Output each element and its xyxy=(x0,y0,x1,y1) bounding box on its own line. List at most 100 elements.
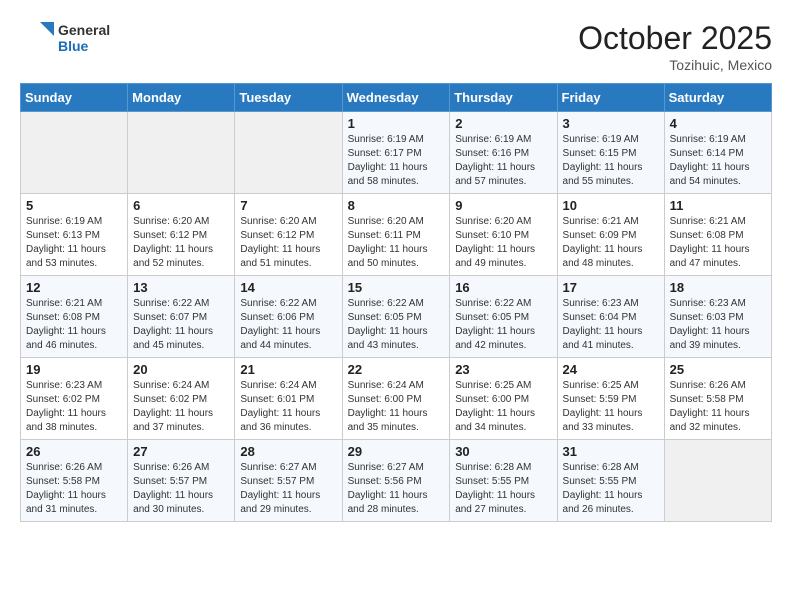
cell-content: Sunrise: 6:19 AM Sunset: 6:15 PM Dayligh… xyxy=(563,133,659,189)
day-number: 5 xyxy=(26,198,122,213)
calendar-cell xyxy=(128,112,235,194)
day-number: 25 xyxy=(670,362,766,377)
calendar-day-header: Monday xyxy=(128,84,235,112)
cell-content: Sunrise: 6:20 AM Sunset: 6:12 PM Dayligh… xyxy=(133,215,229,271)
cell-content: Sunrise: 6:21 AM Sunset: 6:08 PM Dayligh… xyxy=(670,215,766,271)
cell-content: Sunrise: 6:27 AM Sunset: 5:57 PM Dayligh… xyxy=(240,461,336,517)
calendar-cell xyxy=(235,112,342,194)
page-header: General Blue October 2025 Tozihuic, Mexi… xyxy=(20,20,772,73)
calendar-cell: 16Sunrise: 6:22 AM Sunset: 6:05 PM Dayli… xyxy=(450,276,557,358)
day-number: 15 xyxy=(348,280,445,295)
calendar-cell: 8 Sunrise: 6:20 AM Sunset: 6:11 PM Daylig… xyxy=(342,194,450,276)
day-number: 31 xyxy=(563,444,659,459)
calendar-cell: 1 Sunrise: 6:19 AM Sunset: 6:17 PM Daylig… xyxy=(342,112,450,194)
day-number: 11 xyxy=(670,198,766,213)
cell-content: Sunrise: 6:24 AM Sunset: 6:01 PM Dayligh… xyxy=(240,379,336,435)
calendar-week-row: 5 Sunrise: 6:19 AM Sunset: 6:13 PM Daylig… xyxy=(21,194,772,276)
logo-general: General xyxy=(58,22,110,38)
cell-content: Sunrise: 6:24 AM Sunset: 6:00 PM Dayligh… xyxy=(348,379,445,435)
calendar-cell: 24Sunrise: 6:25 AM Sunset: 5:59 PM Dayli… xyxy=(557,358,664,440)
cell-content: Sunrise: 6:21 AM Sunset: 6:08 PM Dayligh… xyxy=(26,297,122,353)
title-block: October 2025 Tozihuic, Mexico xyxy=(578,20,772,73)
day-number: 19 xyxy=(26,362,122,377)
day-number: 10 xyxy=(563,198,659,213)
calendar-cell: 25Sunrise: 6:26 AM Sunset: 5:58 PM Dayli… xyxy=(664,358,771,440)
day-number: 21 xyxy=(240,362,336,377)
calendar-cell: 2 Sunrise: 6:19 AM Sunset: 6:16 PM Daylig… xyxy=(450,112,557,194)
calendar-cell: 30 Sunrise: 6:28 AM Sunset: 5:55 PM Dayli… xyxy=(450,440,557,522)
calendar-cell: 26Sunrise: 6:26 AM Sunset: 5:58 PM Dayli… xyxy=(21,440,128,522)
cell-content: Sunrise: 6:23 AM Sunset: 6:02 PM Dayligh… xyxy=(26,379,122,435)
calendar-cell: 15Sunrise: 6:22 AM Sunset: 6:05 PM Dayli… xyxy=(342,276,450,358)
cell-content: Sunrise: 6:19 AM Sunset: 6:14 PM Dayligh… xyxy=(670,133,766,189)
day-number: 22 xyxy=(348,362,445,377)
calendar-cell: 5 Sunrise: 6:19 AM Sunset: 6:13 PM Daylig… xyxy=(21,194,128,276)
day-number: 14 xyxy=(240,280,336,295)
day-number: 13 xyxy=(133,280,229,295)
calendar-header-row: SundayMondayTuesdayWednesdayThursdayFrid… xyxy=(21,84,772,112)
calendar-day-header: Saturday xyxy=(664,84,771,112)
cell-content: Sunrise: 6:28 AM Sunset: 5:55 PM Dayligh… xyxy=(563,461,659,517)
cell-content: Sunrise: 6:24 AM Sunset: 6:02 PM Dayligh… xyxy=(133,379,229,435)
day-number: 20 xyxy=(133,362,229,377)
day-number: 1 xyxy=(348,116,445,131)
calendar-cell: 21 Sunrise: 6:24 AM Sunset: 6:01 PM Dayli… xyxy=(235,358,342,440)
calendar-cell: 11 Sunrise: 6:21 AM Sunset: 6:08 PM Dayli… xyxy=(664,194,771,276)
calendar-table: SundayMondayTuesdayWednesdayThursdayFrid… xyxy=(20,83,772,522)
calendar-cell: 17 Sunrise: 6:23 AM Sunset: 6:04 PM Dayli… xyxy=(557,276,664,358)
calendar-day-header: Friday xyxy=(557,84,664,112)
day-number: 17 xyxy=(563,280,659,295)
calendar-cell xyxy=(664,440,771,522)
calendar-cell: 7Sunrise: 6:20 AM Sunset: 6:12 PM Daylig… xyxy=(235,194,342,276)
calendar-cell: 12 Sunrise: 6:21 AM Sunset: 6:08 PM Dayli… xyxy=(21,276,128,358)
day-number: 9 xyxy=(455,198,551,213)
cell-content: Sunrise: 6:27 AM Sunset: 5:56 PM Dayligh… xyxy=(348,461,445,517)
cell-content: Sunrise: 6:20 AM Sunset: 6:11 PM Dayligh… xyxy=(348,215,445,271)
calendar-cell: 3Sunrise: 6:19 AM Sunset: 6:15 PM Daylig… xyxy=(557,112,664,194)
calendar-cell: 13 Sunrise: 6:22 AM Sunset: 6:07 PM Dayli… xyxy=(128,276,235,358)
cell-content: Sunrise: 6:20 AM Sunset: 6:12 PM Dayligh… xyxy=(240,215,336,271)
cell-content: Sunrise: 6:19 AM Sunset: 6:16 PM Dayligh… xyxy=(455,133,551,189)
cell-content: Sunrise: 6:22 AM Sunset: 6:07 PM Dayligh… xyxy=(133,297,229,353)
cell-content: Sunrise: 6:26 AM Sunset: 5:57 PM Dayligh… xyxy=(133,461,229,517)
calendar-cell: 9 Sunrise: 6:20 AM Sunset: 6:10 PM Daylig… xyxy=(450,194,557,276)
cell-content: Sunrise: 6:23 AM Sunset: 6:04 PM Dayligh… xyxy=(563,297,659,353)
day-number: 29 xyxy=(348,444,445,459)
calendar-cell: 27 Sunrise: 6:26 AM Sunset: 5:57 PM Dayli… xyxy=(128,440,235,522)
calendar-day-header: Tuesday xyxy=(235,84,342,112)
cell-content: Sunrise: 6:28 AM Sunset: 5:55 PM Dayligh… xyxy=(455,461,551,517)
day-number: 12 xyxy=(26,280,122,295)
calendar-cell: 31 Sunrise: 6:28 AM Sunset: 5:55 PM Dayli… xyxy=(557,440,664,522)
cell-content: Sunrise: 6:25 AM Sunset: 6:00 PM Dayligh… xyxy=(455,379,551,435)
day-number: 23 xyxy=(455,362,551,377)
day-number: 28 xyxy=(240,444,336,459)
cell-content: Sunrise: 6:19 AM Sunset: 6:17 PM Dayligh… xyxy=(348,133,445,189)
month-title: October 2025 xyxy=(578,20,772,57)
calendar-cell: 23 Sunrise: 6:25 AM Sunset: 6:00 PM Dayli… xyxy=(450,358,557,440)
calendar-day-header: Sunday xyxy=(21,84,128,112)
location: Tozihuic, Mexico xyxy=(578,57,772,73)
calendar-cell: 6 Sunrise: 6:20 AM Sunset: 6:12 PM Daylig… xyxy=(128,194,235,276)
day-number: 4 xyxy=(670,116,766,131)
cell-content: Sunrise: 6:25 AM Sunset: 5:59 PM Dayligh… xyxy=(563,379,659,435)
calendar-day-header: Wednesday xyxy=(342,84,450,112)
calendar-cell xyxy=(21,112,128,194)
day-number: 30 xyxy=(455,444,551,459)
calendar-cell: 18Sunrise: 6:23 AM Sunset: 6:03 PM Dayli… xyxy=(664,276,771,358)
cell-content: Sunrise: 6:20 AM Sunset: 6:10 PM Dayligh… xyxy=(455,215,551,271)
calendar-cell: 4 Sunrise: 6:19 AM Sunset: 6:14 PM Daylig… xyxy=(664,112,771,194)
calendar-cell: 29 Sunrise: 6:27 AM Sunset: 5:56 PM Dayli… xyxy=(342,440,450,522)
calendar-cell: 22 Sunrise: 6:24 AM Sunset: 6:00 PM Dayli… xyxy=(342,358,450,440)
calendar-cell: 28 Sunrise: 6:27 AM Sunset: 5:57 PM Dayli… xyxy=(235,440,342,522)
day-number: 8 xyxy=(348,198,445,213)
day-number: 6 xyxy=(133,198,229,213)
day-number: 2 xyxy=(455,116,551,131)
calendar-week-row: 1 Sunrise: 6:19 AM Sunset: 6:17 PM Daylig… xyxy=(21,112,772,194)
cell-content: Sunrise: 6:19 AM Sunset: 6:13 PM Dayligh… xyxy=(26,215,122,271)
cell-content: Sunrise: 6:21 AM Sunset: 6:09 PM Dayligh… xyxy=(563,215,659,271)
logo: General Blue xyxy=(20,20,110,56)
cell-content: Sunrise: 6:23 AM Sunset: 6:03 PM Dayligh… xyxy=(670,297,766,353)
calendar-day-header: Thursday xyxy=(450,84,557,112)
day-number: 27 xyxy=(133,444,229,459)
calendar-cell: 14Sunrise: 6:22 AM Sunset: 6:06 PM Dayli… xyxy=(235,276,342,358)
